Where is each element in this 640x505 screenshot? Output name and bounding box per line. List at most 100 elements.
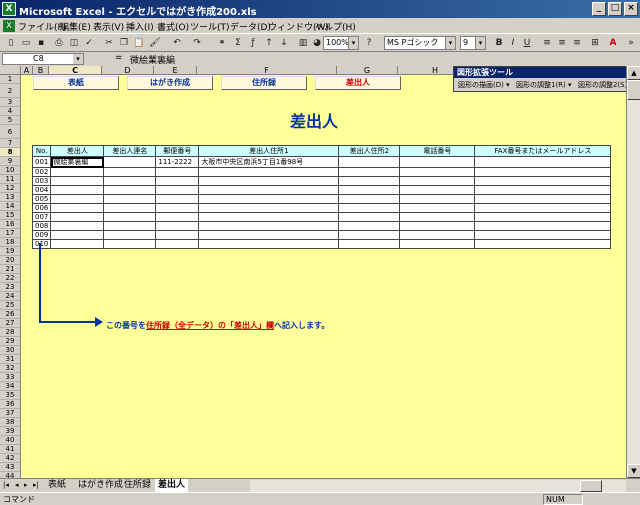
table-cell[interactable] bbox=[50, 239, 105, 249]
save-icon[interactable]: ▪ bbox=[34, 36, 48, 50]
table-cell[interactable] bbox=[155, 194, 200, 204]
select-all-corner[interactable] bbox=[0, 66, 21, 75]
table-cell[interactable]: 006 bbox=[31, 203, 52, 213]
row-header-20[interactable]: 20 bbox=[0, 256, 21, 265]
scroll-thumb[interactable] bbox=[627, 80, 640, 100]
table-cell[interactable] bbox=[198, 176, 340, 186]
table-cell[interactable]: 007 bbox=[31, 212, 52, 222]
table-cell[interactable] bbox=[103, 167, 157, 177]
row-header-32[interactable]: 32 bbox=[0, 364, 21, 373]
table-cell[interactable] bbox=[474, 167, 612, 177]
hyperlink-icon[interactable]: ⚭ bbox=[215, 36, 229, 50]
minimize-button[interactable]: _ bbox=[592, 2, 606, 16]
row-header-43[interactable]: 43 bbox=[0, 463, 21, 472]
row-header-24[interactable]: 24 bbox=[0, 292, 21, 301]
postcard-button[interactable]: はがき作成 bbox=[127, 76, 213, 90]
table-cell[interactable] bbox=[103, 221, 157, 231]
col-header-b[interactable]: B bbox=[33, 66, 49, 75]
close-button[interactable]: × bbox=[624, 2, 638, 16]
table-cell[interactable] bbox=[198, 239, 340, 249]
row-header-5[interactable]: 5 bbox=[0, 116, 21, 125]
table-cell[interactable] bbox=[50, 185, 105, 195]
maximize-button[interactable]: □ bbox=[608, 2, 622, 16]
row-header-27[interactable]: 27 bbox=[0, 319, 21, 328]
row-header-18[interactable]: 18 bbox=[0, 238, 21, 247]
table-cell[interactable]: 004 bbox=[31, 185, 52, 195]
chart-icon[interactable]: ▥ bbox=[296, 36, 310, 50]
row-header-26[interactable]: 26 bbox=[0, 310, 21, 319]
menu-format[interactable]: 書式(O) bbox=[157, 20, 189, 33]
table-cell[interactable] bbox=[338, 230, 401, 240]
table-cell[interactable]: 001 bbox=[31, 156, 52, 168]
autosum-icon[interactable]: Σ bbox=[231, 36, 245, 50]
table-cell[interactable] bbox=[474, 221, 612, 231]
borders-icon[interactable]: ⊞ bbox=[588, 36, 602, 50]
cover-button[interactable]: 表紙 bbox=[33, 76, 119, 90]
align-left-icon[interactable]: ≡ bbox=[540, 36, 554, 50]
table-cell[interactable] bbox=[399, 176, 476, 186]
row-header-42[interactable]: 42 bbox=[0, 454, 21, 463]
table-cell[interactable] bbox=[338, 203, 401, 213]
row-header-39[interactable]: 39 bbox=[0, 427, 21, 436]
table-cell[interactable] bbox=[155, 203, 200, 213]
table-cell[interactable] bbox=[198, 221, 340, 231]
tab-postcard[interactable]: はがき作成 bbox=[75, 479, 126, 492]
name-box[interactable]: C8 ▾ bbox=[2, 53, 84, 65]
table-cell[interactable] bbox=[399, 156, 476, 168]
font-select[interactable]: MS Pゴシック ▾ bbox=[384, 36, 456, 50]
row-header-22[interactable]: 22 bbox=[0, 274, 21, 283]
cut-icon[interactable]: ✂ bbox=[102, 36, 116, 50]
col-header-c[interactable]: C bbox=[49, 66, 102, 75]
table-cell[interactable] bbox=[399, 212, 476, 222]
row-header-2[interactable]: 2 bbox=[0, 84, 21, 98]
table-cell[interactable] bbox=[198, 203, 340, 213]
table-cell[interactable] bbox=[50, 203, 105, 213]
row-header-11[interactable]: 11 bbox=[0, 175, 21, 184]
shape-adjust1-menu[interactable]: 図形の調整1(R) ▾ bbox=[516, 80, 572, 90]
underline-icon[interactable]: U bbox=[520, 36, 534, 50]
table-cell[interactable] bbox=[103, 185, 157, 195]
table-cell[interactable] bbox=[155, 221, 200, 231]
address-book-button[interactable]: 住所録 bbox=[221, 76, 307, 90]
shape-draw-menu[interactable]: 図形の描画(D) ▾ bbox=[458, 80, 510, 90]
function-icon[interactable]: ƒ bbox=[246, 36, 260, 50]
table-cell[interactable]: 111-2222 bbox=[155, 156, 200, 168]
row-header-4[interactable]: 4 bbox=[0, 107, 21, 116]
format-painter-icon[interactable]: 🖌 bbox=[148, 36, 162, 50]
table-cell[interactable] bbox=[338, 221, 401, 231]
table-cell[interactable] bbox=[155, 230, 200, 240]
row-header-15[interactable]: 15 bbox=[0, 211, 21, 220]
row-header-6[interactable]: 6 bbox=[0, 125, 21, 139]
table-cell[interactable]: 002 bbox=[31, 167, 52, 177]
table-cell[interactable] bbox=[399, 194, 476, 204]
sort-desc-icon[interactable]: ↓ bbox=[277, 36, 291, 50]
row-header-19[interactable]: 19 bbox=[0, 247, 21, 256]
table-cell[interactable] bbox=[103, 203, 157, 213]
tab-cover[interactable]: 表紙 bbox=[45, 479, 69, 492]
row-header-28[interactable]: 28 bbox=[0, 328, 21, 337]
table-cell[interactable] bbox=[399, 203, 476, 213]
menu-data[interactable]: データ(D) bbox=[230, 20, 271, 33]
table-cell[interactable] bbox=[338, 194, 401, 204]
table-cell[interactable] bbox=[198, 212, 340, 222]
help-icon[interactable]: ? bbox=[362, 36, 376, 50]
vertical-scrollbar[interactable]: ▲ ▼ bbox=[626, 66, 640, 478]
row-header-38[interactable]: 38 bbox=[0, 418, 21, 427]
sort-asc-icon[interactable]: ↑ bbox=[262, 36, 276, 50]
row-header-40[interactable]: 40 bbox=[0, 436, 21, 445]
table-cell[interactable] bbox=[338, 167, 401, 177]
table-cell[interactable] bbox=[399, 167, 476, 177]
menu-help[interactable]: ヘルプ(H) bbox=[315, 20, 356, 33]
formula-input[interactable]: 微絵業裏編 bbox=[130, 53, 175, 66]
italic-icon[interactable]: I bbox=[506, 36, 520, 50]
open-icon[interactable]: ▭ bbox=[19, 36, 33, 50]
table-cell[interactable] bbox=[103, 230, 157, 240]
new-icon[interactable]: ▯ bbox=[4, 36, 18, 50]
align-center-icon[interactable]: ≡ bbox=[555, 36, 569, 50]
table-cell[interactable]: 003 bbox=[31, 176, 52, 186]
table-cell[interactable] bbox=[399, 230, 476, 240]
row-header-14[interactable]: 14 bbox=[0, 202, 21, 211]
row-header-21[interactable]: 21 bbox=[0, 265, 21, 274]
table-cell[interactable] bbox=[103, 156, 157, 168]
table-cell[interactable] bbox=[198, 230, 340, 240]
